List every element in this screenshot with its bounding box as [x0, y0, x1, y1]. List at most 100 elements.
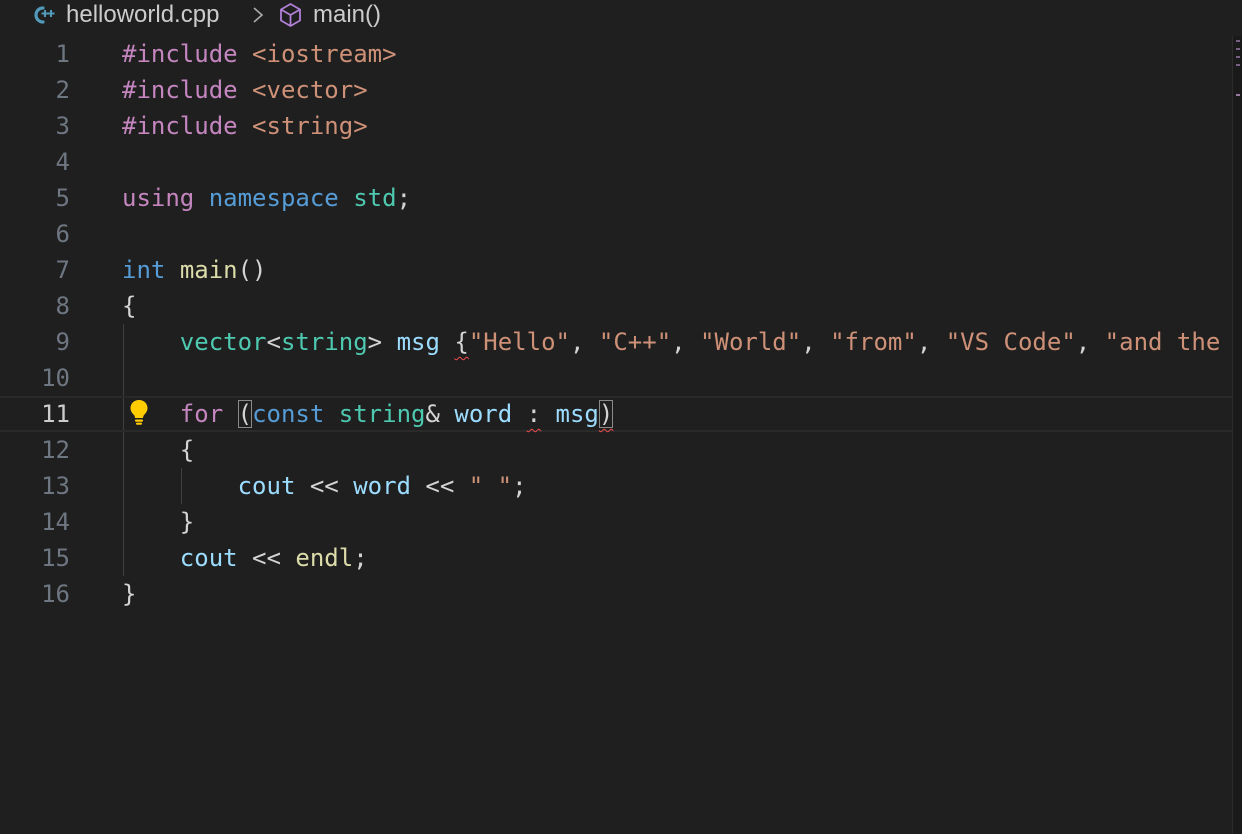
code-line[interactable]: 6 — [0, 216, 1232, 252]
code-line[interactable]: 1 #include <iostream> — [0, 36, 1232, 72]
string-token: "and the — [1104, 328, 1221, 356]
code-line[interactable]: 8 { — [0, 288, 1232, 324]
line-number: 5 — [55, 184, 70, 212]
code-text[interactable]: cout << endl; — [122, 540, 368, 576]
code-text[interactable]: #include <string> — [122, 108, 368, 144]
line-number: 12 — [41, 436, 70, 464]
code-line[interactable]: 13 cout << word << " "; — [0, 468, 1232, 504]
line-number: 3 — [55, 112, 70, 140]
code-text[interactable]: } — [122, 504, 194, 540]
line-number: 10 — [41, 364, 70, 392]
brace-token: } — [122, 580, 137, 608]
lightbulb-icon[interactable] — [128, 398, 150, 426]
punctuation-token: ; — [396, 184, 412, 212]
function-token: main — [179, 256, 238, 284]
punctuation-token: ; — [512, 472, 527, 500]
line-number: 2 — [55, 76, 70, 104]
variable-token: cout — [179, 544, 238, 572]
cube-method-icon[interactable] — [277, 1, 304, 29]
line-number: 4 — [55, 148, 70, 176]
code-line[interactable]: 14 } — [0, 504, 1232, 540]
code-line[interactable]: 5 using namespace std; — [0, 180, 1232, 216]
breadcrumb-symbol[interactable]: main() — [313, 0, 381, 30]
operator-token: << — [295, 472, 354, 500]
keyword-token: namespace — [208, 184, 339, 212]
brace-token-error: { — [454, 328, 469, 356]
code-text[interactable]: int main() — [122, 252, 267, 288]
code-line[interactable]: 10 — [0, 360, 1232, 396]
line-number: 13 — [41, 472, 70, 500]
code-text[interactable]: for (const string& word : msg) — [122, 396, 614, 432]
punctuation-token: , — [671, 328, 701, 356]
code-text[interactable]: #include <iostream> — [122, 36, 397, 72]
code-line-current[interactable]: 11 for (const string& word : msg) — [0, 396, 1232, 432]
preprocessor-token: #include — [122, 40, 238, 68]
code-line[interactable]: 7 int main() — [0, 252, 1232, 288]
brace-token: } — [179, 508, 195, 536]
breadcrumb: helloworld.cpp main() — [0, 0, 1242, 30]
punctuation-token: , — [569, 328, 599, 356]
code-text[interactable]: vector<string> msg {"Hello", "C++", "Wor… — [122, 324, 1220, 360]
code-line[interactable]: 3 #include <string> — [0, 108, 1232, 144]
code-editor[interactable]: 1 #include <iostream> 2 #include <vector… — [0, 36, 1232, 834]
code-line[interactable]: 2 #include <vector> — [0, 72, 1232, 108]
overview-ruler-mark — [1236, 48, 1240, 50]
code-line[interactable]: 16 } — [0, 576, 1232, 612]
line-number: 15 — [41, 544, 70, 572]
include-path-token: <string> — [252, 112, 368, 140]
punctuation-token: ; — [353, 544, 368, 572]
namespace-token: std — [353, 184, 397, 212]
punctuation-token: & — [425, 400, 440, 428]
matching-bracket-error: ) — [598, 400, 614, 428]
preprocessor-token: #include — [122, 76, 238, 104]
code-line[interactable]: 12 { — [0, 432, 1232, 468]
function-token: endl — [295, 544, 354, 572]
code-text[interactable]: cout << word << " "; — [122, 468, 527, 504]
line-number: 7 — [55, 256, 70, 284]
breadcrumb-file[interactable]: helloworld.cpp — [66, 0, 219, 30]
preprocessor-token: #include — [122, 112, 238, 140]
code-line[interactable]: 4 — [0, 144, 1232, 180]
punctuation-token: > — [367, 328, 383, 356]
keyword-token: const — [252, 400, 325, 428]
vertical-scrollbar[interactable] — [1232, 36, 1242, 834]
variable-token: msg — [555, 400, 599, 428]
overview-ruler-mark — [1236, 40, 1240, 42]
variable-token: msg — [396, 328, 440, 356]
code-text[interactable]: #include <vector> — [122, 72, 368, 108]
code-line[interactable]: 9 vector<string> msg {"Hello", "C++", "W… — [0, 324, 1232, 360]
string-token: "from" — [830, 328, 917, 356]
operator-token: << — [237, 544, 296, 572]
brace-token: { — [122, 292, 137, 320]
keyword-token: for — [179, 400, 224, 428]
keyword-token: int — [122, 256, 166, 284]
overview-ruler-mark — [1236, 56, 1240, 58]
include-path-token: <iostream> — [252, 40, 397, 68]
code-text[interactable]: } — [122, 576, 136, 612]
matching-bracket: ( — [237, 400, 253, 428]
code-line[interactable]: 15 cout << endl; — [0, 540, 1232, 576]
line-number: 16 — [41, 580, 70, 608]
type-token: string — [280, 328, 368, 356]
cpp-file-icon[interactable] — [30, 4, 56, 26]
code-text[interactable]: { — [122, 288, 136, 324]
string-token: "VS Code" — [945, 328, 1076, 356]
code-text[interactable]: using namespace std; — [122, 180, 411, 216]
overview-ruler-mark — [1236, 94, 1240, 96]
code-text[interactable]: { — [122, 432, 194, 468]
line-number: 1 — [55, 40, 70, 68]
